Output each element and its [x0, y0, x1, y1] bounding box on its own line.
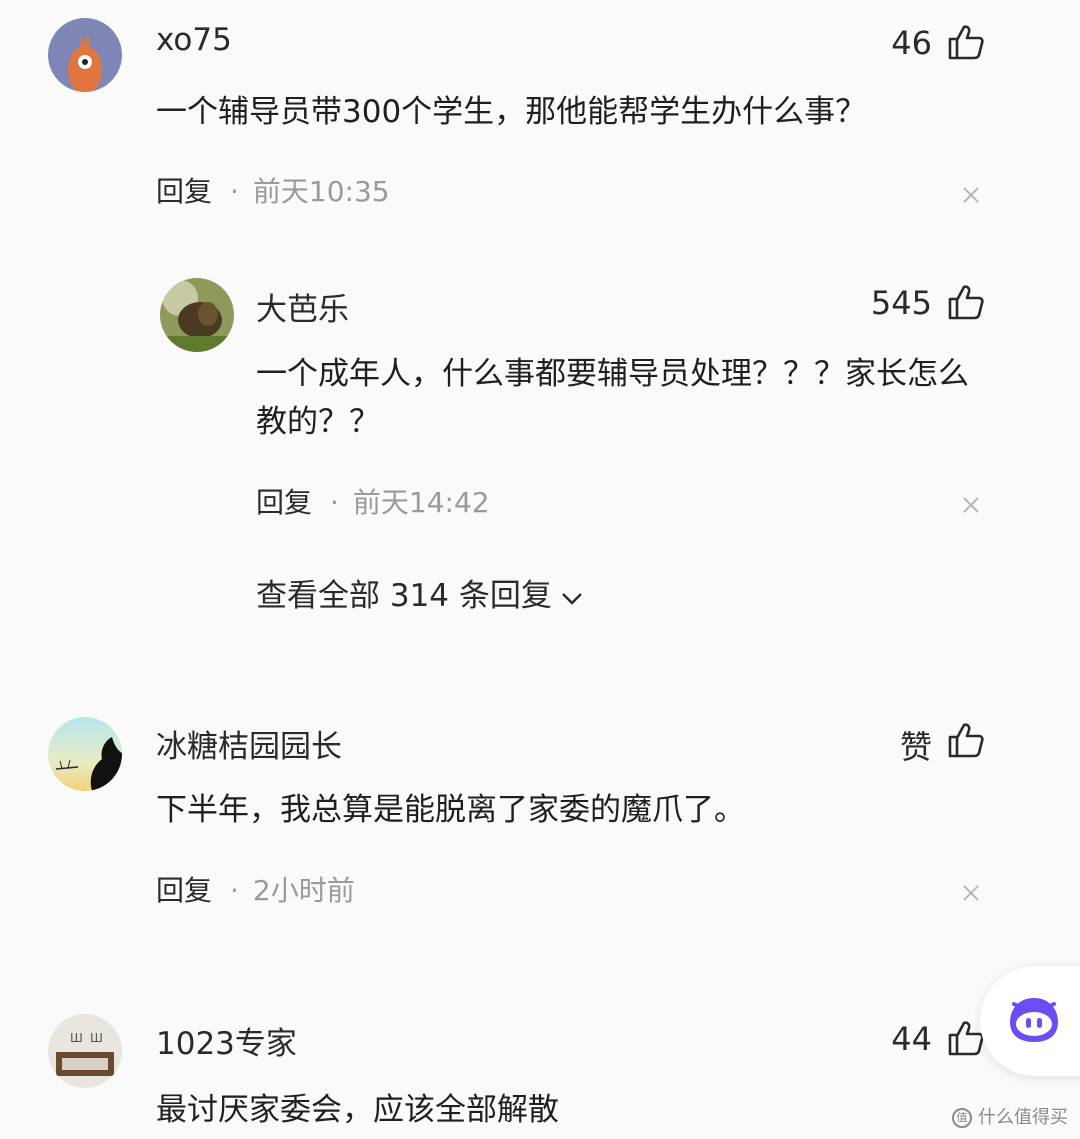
watermark-text: 什么值得买: [978, 1107, 1068, 1128]
avatar[interactable]: [160, 278, 234, 352]
thumbs-up-icon[interactable]: [946, 282, 986, 322]
bot-icon: [1010, 998, 1058, 1042]
thumbs-up-icon[interactable]: [946, 22, 986, 62]
like-count: 44: [891, 1020, 932, 1058]
separator-dot: ·: [230, 874, 239, 907]
username[interactable]: xo75: [156, 22, 232, 58]
assistant-button[interactable]: [980, 966, 1080, 1076]
comment-text: 一个成年人，什么事都要辅导员处理？？？家长怎么教的？？: [256, 356, 969, 440]
reply-button[interactable]: 回复: [156, 175, 212, 208]
comment-text: 最讨厌家委会，应该全部解散: [156, 1092, 559, 1128]
brand-logo-icon: 值: [952, 1108, 972, 1128]
comment-meta: 回复 · 前天10:35: [156, 170, 390, 210]
comment-text: 一个辅导员带300个学生，那他能帮学生办什么事？: [156, 94, 867, 130]
comment-list: xo75 46 一个辅导员带300个学生，那他能帮学生办什么事？ 回复 · 前天10…: [0, 0, 1080, 1139]
chevron-down-icon: [562, 592, 582, 605]
avatar[interactable]: [48, 18, 122, 92]
timestamp: 前天14:42: [352, 486, 490, 519]
like-count: 46: [891, 24, 932, 62]
watermark: 值什么值得买: [952, 1103, 1068, 1129]
like-count: 545: [870, 284, 932, 322]
view-all-replies-button[interactable]: 查看全部 314 条回复: [256, 570, 584, 615]
separator-dot: ·: [230, 175, 239, 208]
username[interactable]: 大芭乐: [256, 284, 349, 329]
timestamp: 前天10:35: [252, 175, 390, 208]
comment-meta: 回复 · 前天14:42: [256, 481, 490, 521]
comment-meta: 回复 · 2小时前: [156, 869, 355, 909]
svg-text:Ш: Ш: [70, 1031, 83, 1045]
separator-dot: ·: [330, 486, 339, 519]
svg-text:Ш: Ш: [90, 1031, 103, 1045]
avatar[interactable]: [48, 717, 122, 791]
reply-button[interactable]: 回复: [156, 874, 212, 907]
avatar[interactable]: Ш Ш: [48, 1014, 122, 1088]
username[interactable]: 冰糖桔园园长: [156, 721, 342, 766]
close-icon[interactable]: [962, 884, 980, 902]
view-all-label: 查看全部 314 条回复: [256, 578, 552, 614]
reply-button[interactable]: 回复: [256, 486, 312, 519]
username[interactable]: 1023专家: [156, 1018, 297, 1063]
close-icon[interactable]: [962, 186, 980, 204]
thumbs-up-icon[interactable]: [946, 720, 986, 760]
like-label: 赞: [899, 728, 932, 766]
close-icon[interactable]: [962, 496, 980, 514]
comment-text: 下半年，我总算是能脱离了家委的魔爪了。: [156, 792, 745, 828]
timestamp: 2小时前: [252, 874, 355, 907]
